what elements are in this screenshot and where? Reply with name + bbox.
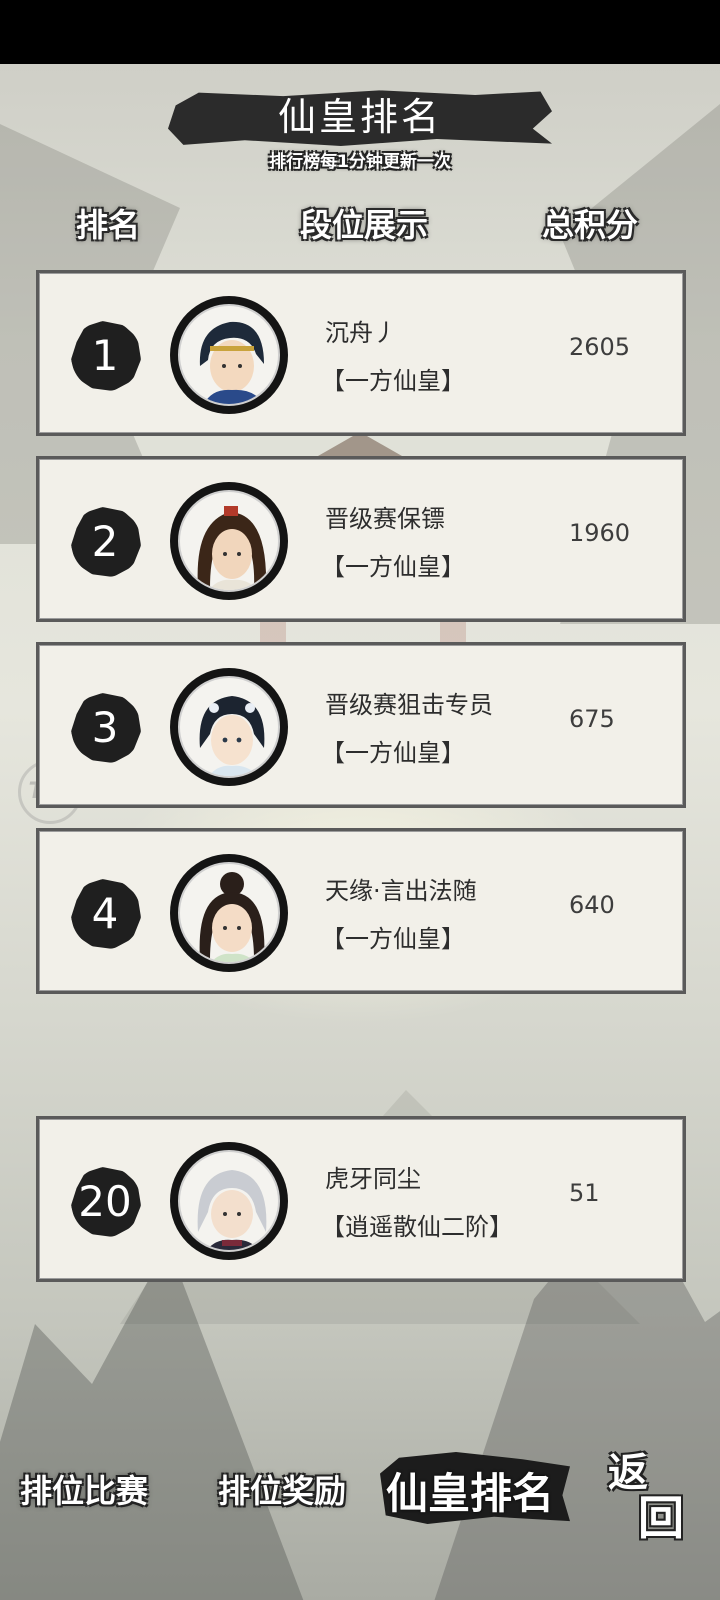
- player-tier: 【逍遥散仙二阶】: [321, 1213, 513, 1241]
- rank-number: 1: [91, 331, 119, 380]
- player-name: 沉舟丿: [325, 319, 397, 347]
- player-tier: 【一方仙皇】: [321, 925, 465, 953]
- rank-number: 4: [91, 889, 119, 938]
- update-notice: 排行榜每1分钟更新一次: [269, 152, 451, 172]
- player-avatar[interactable]: [170, 668, 288, 786]
- player-name: 晋级赛狙击专员: [325, 691, 493, 719]
- player-avatar[interactable]: [170, 482, 288, 600]
- rank-number: 3: [91, 703, 119, 752]
- female-hairpin-avatar-icon: [199, 696, 265, 776]
- player-tier: 【一方仙皇】: [321, 367, 465, 395]
- player-tier: 【一方仙皇】: [321, 553, 465, 581]
- ranking-row[interactable]: 2 晋级赛保镖 【一方仙皇】 1960: [36, 456, 686, 622]
- player-score: 640: [569, 891, 615, 919]
- tab-ranked-reward[interactable]: 排位奖励: [218, 1466, 346, 1512]
- player-score: 51: [569, 1179, 600, 1207]
- male-longhair-avatar-icon: [197, 506, 267, 590]
- rank-number: 20: [78, 1177, 132, 1226]
- rank-number: 2: [91, 517, 119, 566]
- status-bar: [0, 0, 720, 64]
- player-name: 天缘·言出法随: [325, 877, 477, 905]
- player-score: 2605: [569, 333, 631, 361]
- column-header-tier: 段位展示: [300, 206, 429, 244]
- ranking-row[interactable]: 3 晋级赛狙击专员 【一方仙皇】 675: [36, 642, 686, 808]
- page-title: 仙皇排名: [277, 95, 442, 139]
- back-button[interactable]: 返 回: [608, 1440, 694, 1545]
- tab-ranked-match[interactable]: 排位比赛: [20, 1466, 148, 1512]
- silver-hair-avatar-icon: [197, 1170, 267, 1250]
- player-name: 虎牙同尘: [325, 1165, 421, 1193]
- player-avatar[interactable]: [170, 1142, 288, 1260]
- female-bun-avatar-icon: [199, 872, 265, 962]
- player-score: 675: [569, 705, 615, 733]
- player-avatar[interactable]: [170, 854, 288, 972]
- male-warrior-avatar-icon: [199, 321, 264, 404]
- player-avatar[interactable]: [170, 296, 288, 414]
- ranking-row[interactable]: 4 天缘·言出法随 【一方仙皇】 640: [36, 828, 686, 994]
- column-header-score: 总积分: [542, 206, 639, 244]
- tab-immortal-ranking[interactable]: 仙皇排名: [386, 1460, 554, 1521]
- ranking-row[interactable]: 1 沉舟丿 【一方仙皇】 2605: [36, 270, 686, 436]
- player-tier: 【一方仙皇】: [321, 739, 465, 767]
- column-header-rank: 排名: [76, 206, 141, 244]
- my-ranking-row[interactable]: 20 虎牙同尘 【逍遥散仙二阶】 51: [36, 1116, 686, 1282]
- back-label-bottom: 回: [638, 1491, 684, 1545]
- player-name: 晋级赛保镖: [325, 505, 445, 533]
- player-score: 1960: [569, 519, 631, 547]
